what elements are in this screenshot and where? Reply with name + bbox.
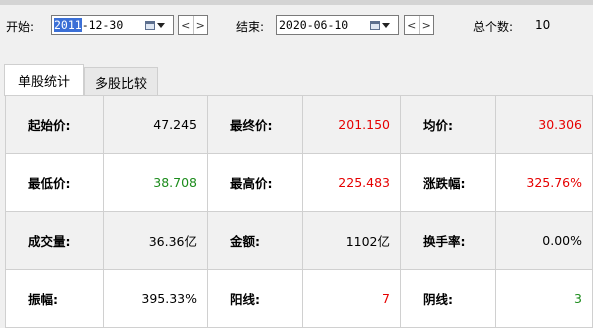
stat-value: 1102亿 — [302, 211, 401, 270]
prev-arrow-button[interactable]: < — [179, 16, 194, 34]
table-row: 最低价: 38.708 最高价: 225.483 涨跌幅: 325.76% — [5, 153, 593, 212]
stat-value: 30.306 — [495, 95, 593, 154]
stat-value: 7 — [302, 269, 401, 328]
stat-label: 均价: — [400, 95, 496, 154]
stat-label: 金额: — [207, 211, 303, 270]
stat-label: 成交量: — [5, 211, 104, 270]
total-count-label: 总个数: — [473, 20, 514, 34]
total-count-value: 10 — [535, 18, 551, 32]
stat-label: 涨跌幅: — [400, 153, 496, 212]
start-calendar-dropdown[interactable] — [138, 18, 172, 32]
end-nav-arrows[interactable]: < > — [404, 15, 434, 35]
start-label: 开始: — [6, 20, 35, 34]
stat-value: 38.708 — [103, 153, 208, 212]
stat-value: 47.245 — [103, 95, 208, 154]
end-calendar-dropdown[interactable] — [363, 18, 397, 32]
stat-label: 最低价: — [5, 153, 104, 212]
end-date-picker[interactable]: 2020-06-10 — [276, 15, 399, 35]
stat-label: 起始价: — [5, 95, 104, 154]
stat-label: 最高价: — [207, 153, 303, 212]
stat-value: 395.33% — [103, 269, 208, 328]
stat-label: 最终价: — [207, 95, 303, 154]
stat-value: 3 — [495, 269, 593, 328]
end-date-text[interactable]: 2020-06-10 — [279, 18, 348, 32]
stat-label: 阴线: — [400, 269, 496, 328]
next-arrow-button[interactable]: > — [420, 16, 434, 34]
tab-multi-stock[interactable]: 多股比较 — [84, 67, 158, 96]
prev-arrow-button[interactable]: < — [405, 16, 420, 34]
start-date-rest[interactable]: -12-30 — [82, 18, 124, 32]
tab-single-stock[interactable]: 单股统计 — [4, 64, 84, 96]
stat-label: 阳线: — [207, 269, 303, 328]
stat-value: 201.150 — [302, 95, 401, 154]
chevron-down-icon — [157, 22, 165, 28]
stats-table: 起始价: 47.245 最终价: 201.150 均价: 30.306 最低价: 38.708… — [5, 95, 593, 328]
chevron-down-icon — [382, 22, 390, 28]
stat-value: 0.00% — [495, 211, 593, 270]
stat-value: 325.76% — [495, 153, 593, 212]
stat-label: 换手率: — [400, 211, 496, 270]
toolbar: 开始: 2011-12-30 < > 结束: 2020-06-10 < > 总个… — [0, 5, 593, 45]
end-label: 结束: — [236, 20, 265, 34]
start-year-segment[interactable]: 2011 — [54, 18, 82, 32]
start-nav-arrows[interactable]: < > — [178, 15, 208, 35]
calendar-icon — [370, 20, 380, 30]
next-arrow-button[interactable]: > — [194, 16, 208, 34]
calendar-icon — [145, 20, 155, 30]
table-row: 成交量: 36.36亿 金额: 1102亿 换手率: 0.00% — [5, 211, 593, 270]
table-row: 振幅: 395.33% 阳线: 7 阴线: 3 — [5, 269, 593, 328]
stat-value: 36.36亿 — [103, 211, 208, 270]
stat-value: 225.483 — [302, 153, 401, 212]
stat-label: 振幅: — [5, 269, 104, 328]
start-date-picker[interactable]: 2011-12-30 — [51, 15, 174, 35]
table-row: 起始价: 47.245 最终价: 201.150 均价: 30.306 — [5, 95, 593, 154]
